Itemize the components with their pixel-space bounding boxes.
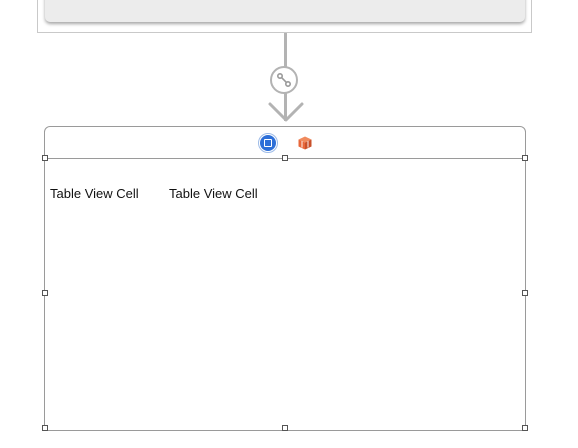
resize-handle-bottom[interactable] (282, 425, 288, 431)
resize-handle-left[interactable] (42, 290, 48, 296)
table-view-cell-label[interactable]: Table View Cell (169, 186, 258, 201)
resize-handle-top-right[interactable] (522, 155, 528, 161)
segue-link-icon[interactable] (270, 66, 298, 94)
table-view[interactable]: Table View Cell Table View Cell (45, 158, 525, 430)
view-controller-icon[interactable] (260, 135, 276, 151)
segue-glyph (277, 73, 292, 88)
scene-dock (45, 127, 525, 158)
resize-handle-top[interactable] (282, 155, 288, 161)
upper-scene-view[interactable] (45, 0, 525, 22)
resize-handle-top-left[interactable] (42, 155, 48, 161)
resize-handle-bottom-left[interactable] (42, 425, 48, 431)
view-controller-scene[interactable]: Table View Cell Table View Cell (44, 126, 526, 431)
cube-icon[interactable] (297, 135, 313, 151)
resize-handle-bottom-right[interactable] (522, 425, 528, 431)
table-view-cell-label[interactable]: Table View Cell (50, 186, 139, 201)
segue-arrowhead-icon (268, 102, 304, 122)
resize-handle-right[interactable] (522, 290, 528, 296)
upper-scene[interactable] (37, 0, 532, 33)
